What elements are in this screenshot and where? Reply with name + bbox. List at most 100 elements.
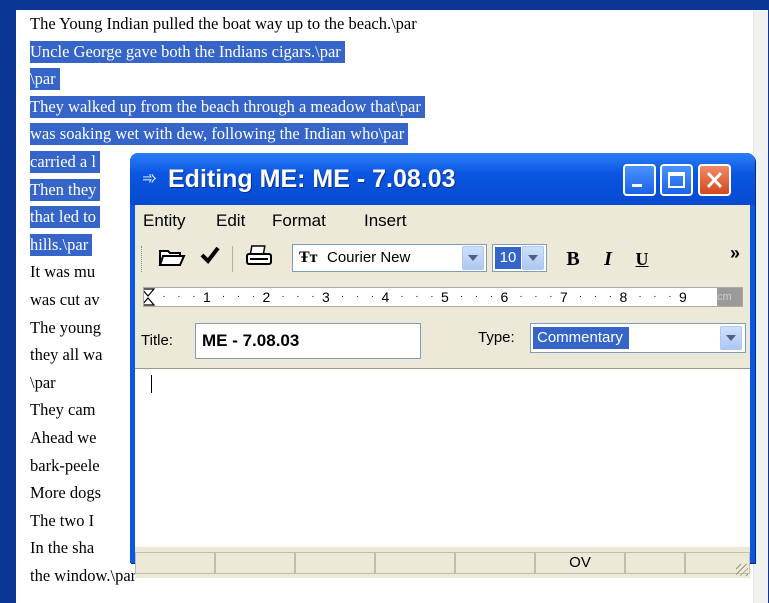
toolbar: Ŧт Courier New 10 B I U » (135, 239, 750, 279)
underline-button[interactable]: U (629, 245, 655, 273)
ruler-minor-tick: · (430, 291, 434, 302)
ruler-minor-tick: · (534, 291, 538, 302)
ruler-minor-tick: · (474, 291, 479, 302)
document-line: The young (30, 317, 102, 337)
status-pane (375, 552, 455, 574)
overwrite-indicator: OV (535, 552, 625, 574)
ruler-tick-label: 7 (560, 289, 568, 305)
ruler-minor-tick: · (177, 291, 181, 302)
editing-dialog: ➾ Editing ME: ME - 7.08.03 Entity Edit F… (130, 153, 755, 578)
menu-format[interactable]: Format (272, 211, 326, 231)
ruler-minor-tick: · (608, 291, 613, 302)
ruler-minor-tick: · (355, 291, 360, 302)
title-input[interactable]: ME - 7.08.03 (195, 323, 421, 359)
status-pane (215, 552, 295, 574)
ruler-tick-label: 9 (679, 289, 687, 305)
ruler-minor-tick: · (593, 291, 598, 302)
close-icon (706, 171, 723, 189)
status-pane (455, 552, 535, 574)
document-line: Uncle George gave both the Indians cigar… (30, 40, 345, 63)
text-editor[interactable] (135, 368, 750, 547)
document-line: \par (30, 68, 60, 91)
title-label: Title: (141, 332, 173, 349)
resize-grip[interactable] (736, 564, 748, 576)
check-icon[interactable] (197, 245, 223, 273)
app-icon: ➾ (142, 168, 158, 188)
ruler-tick-label: 2 (262, 289, 271, 305)
ruler-minor-tick: · (519, 291, 523, 302)
dialog-titlebar[interactable]: ➾ Editing ME: ME - 7.08.03 (130, 153, 755, 205)
document-line: the window.\par (30, 566, 137, 585)
font-size-select[interactable]: 10 (492, 244, 547, 272)
menu-insert[interactable]: Insert (364, 211, 407, 231)
type-label: Type: (478, 329, 515, 346)
chevron-down-icon[interactable] (720, 326, 742, 350)
document-line: Then they (30, 178, 101, 201)
ruler-end: cm (717, 288, 742, 306)
italic-button[interactable]: I (595, 245, 621, 273)
ruler[interactable]: 1 · · · 2 · · · 3 · · · 4 · · · 5 · · · 6 · · · 7 · · · 8 · · · 9 · · · cm (143, 287, 743, 307)
menu-entity[interactable]: Entity (143, 211, 186, 231)
print-icon[interactable] (243, 245, 275, 273)
ruler-minor-tick: · (638, 291, 642, 302)
dialog-title: Editing ME: ME - 7.08.03 (168, 165, 456, 193)
document-line: It was mu (30, 262, 96, 282)
menu-edit[interactable]: Edit (216, 211, 245, 231)
document-line: was soaking wet with dew, following the … (30, 123, 409, 146)
font-size-value: 10 (495, 247, 521, 269)
maximize-icon (668, 172, 685, 188)
document-line: they all wa (30, 345, 103, 365)
ruler-tick-label: 1 (203, 289, 211, 305)
chevron-down-icon[interactable] (522, 246, 544, 270)
ruler-minor-tick: · (221, 291, 226, 302)
ruler-minor-tick: · (653, 291, 657, 302)
ruler-minor-tick: · (668, 291, 672, 302)
ruler-minor-tick: · (311, 291, 315, 302)
document-line: More dogs (30, 483, 102, 503)
document-line: that led to (30, 206, 100, 229)
document-line: hills.\par (30, 233, 93, 256)
ruler-minor-tick: · (236, 291, 241, 302)
dialog-client: Entity Edit Format Insert Ŧт Courier New (135, 205, 750, 578)
ruler-minor-tick: · (370, 291, 375, 302)
document-line: The Young Indian pulled the boat way up … (30, 14, 417, 33)
bold-button[interactable]: B (560, 245, 586, 273)
ruler-minor-tick: · (281, 291, 285, 302)
ruler-minor-tick: · (549, 291, 553, 302)
document-line: They cam (30, 400, 96, 420)
ruler-minor-tick: · (162, 291, 166, 302)
document-line: was cut av (30, 290, 100, 309)
ruler-minor-tick: · (459, 291, 464, 302)
ruler-tick-label: 3 (322, 289, 330, 305)
indent-marker-icon[interactable] (143, 288, 155, 306)
open-folder-icon[interactable] (155, 245, 189, 273)
text-caret (151, 375, 152, 393)
document-line: The two I (30, 510, 95, 530)
maximize-button[interactable] (660, 164, 693, 196)
ruler-tick-label: 8 (619, 289, 628, 305)
document-line: \par (30, 372, 56, 392)
ruler-minor-tick: · (578, 291, 583, 302)
close-button[interactable] (698, 164, 731, 196)
type-select[interactable]: Commentary (530, 323, 746, 353)
type-value: Commentary (533, 327, 629, 349)
font-name-select[interactable]: Ŧт Courier New (292, 244, 487, 272)
ruler-minor-tick: · (296, 291, 300, 302)
status-pane (625, 552, 685, 574)
ruler-tick-label: 4 (381, 289, 390, 305)
toolbar-grip[interactable] (141, 246, 145, 272)
entry-fields: Title: ME - 7.08.03 Type: Commentary (135, 314, 750, 362)
ruler-minor-tick: · (400, 291, 404, 302)
status-pane (295, 552, 375, 574)
minimize-icon (632, 184, 642, 187)
document-scrollbar[interactable] (753, 10, 768, 603)
ruler-minor-tick: · (192, 291, 196, 302)
menubar: Entity Edit Format Insert (135, 205, 750, 237)
document-line: They walked up from the beach through a … (30, 95, 425, 118)
truetype-font-icon: Ŧт (299, 249, 318, 266)
toolbar-separator (232, 246, 233, 272)
chevron-down-icon[interactable] (462, 246, 484, 270)
toolbar-overflow-icon[interactable]: » (725, 239, 745, 267)
document-line: In the sha (30, 538, 95, 558)
minimize-button[interactable] (623, 164, 656, 196)
